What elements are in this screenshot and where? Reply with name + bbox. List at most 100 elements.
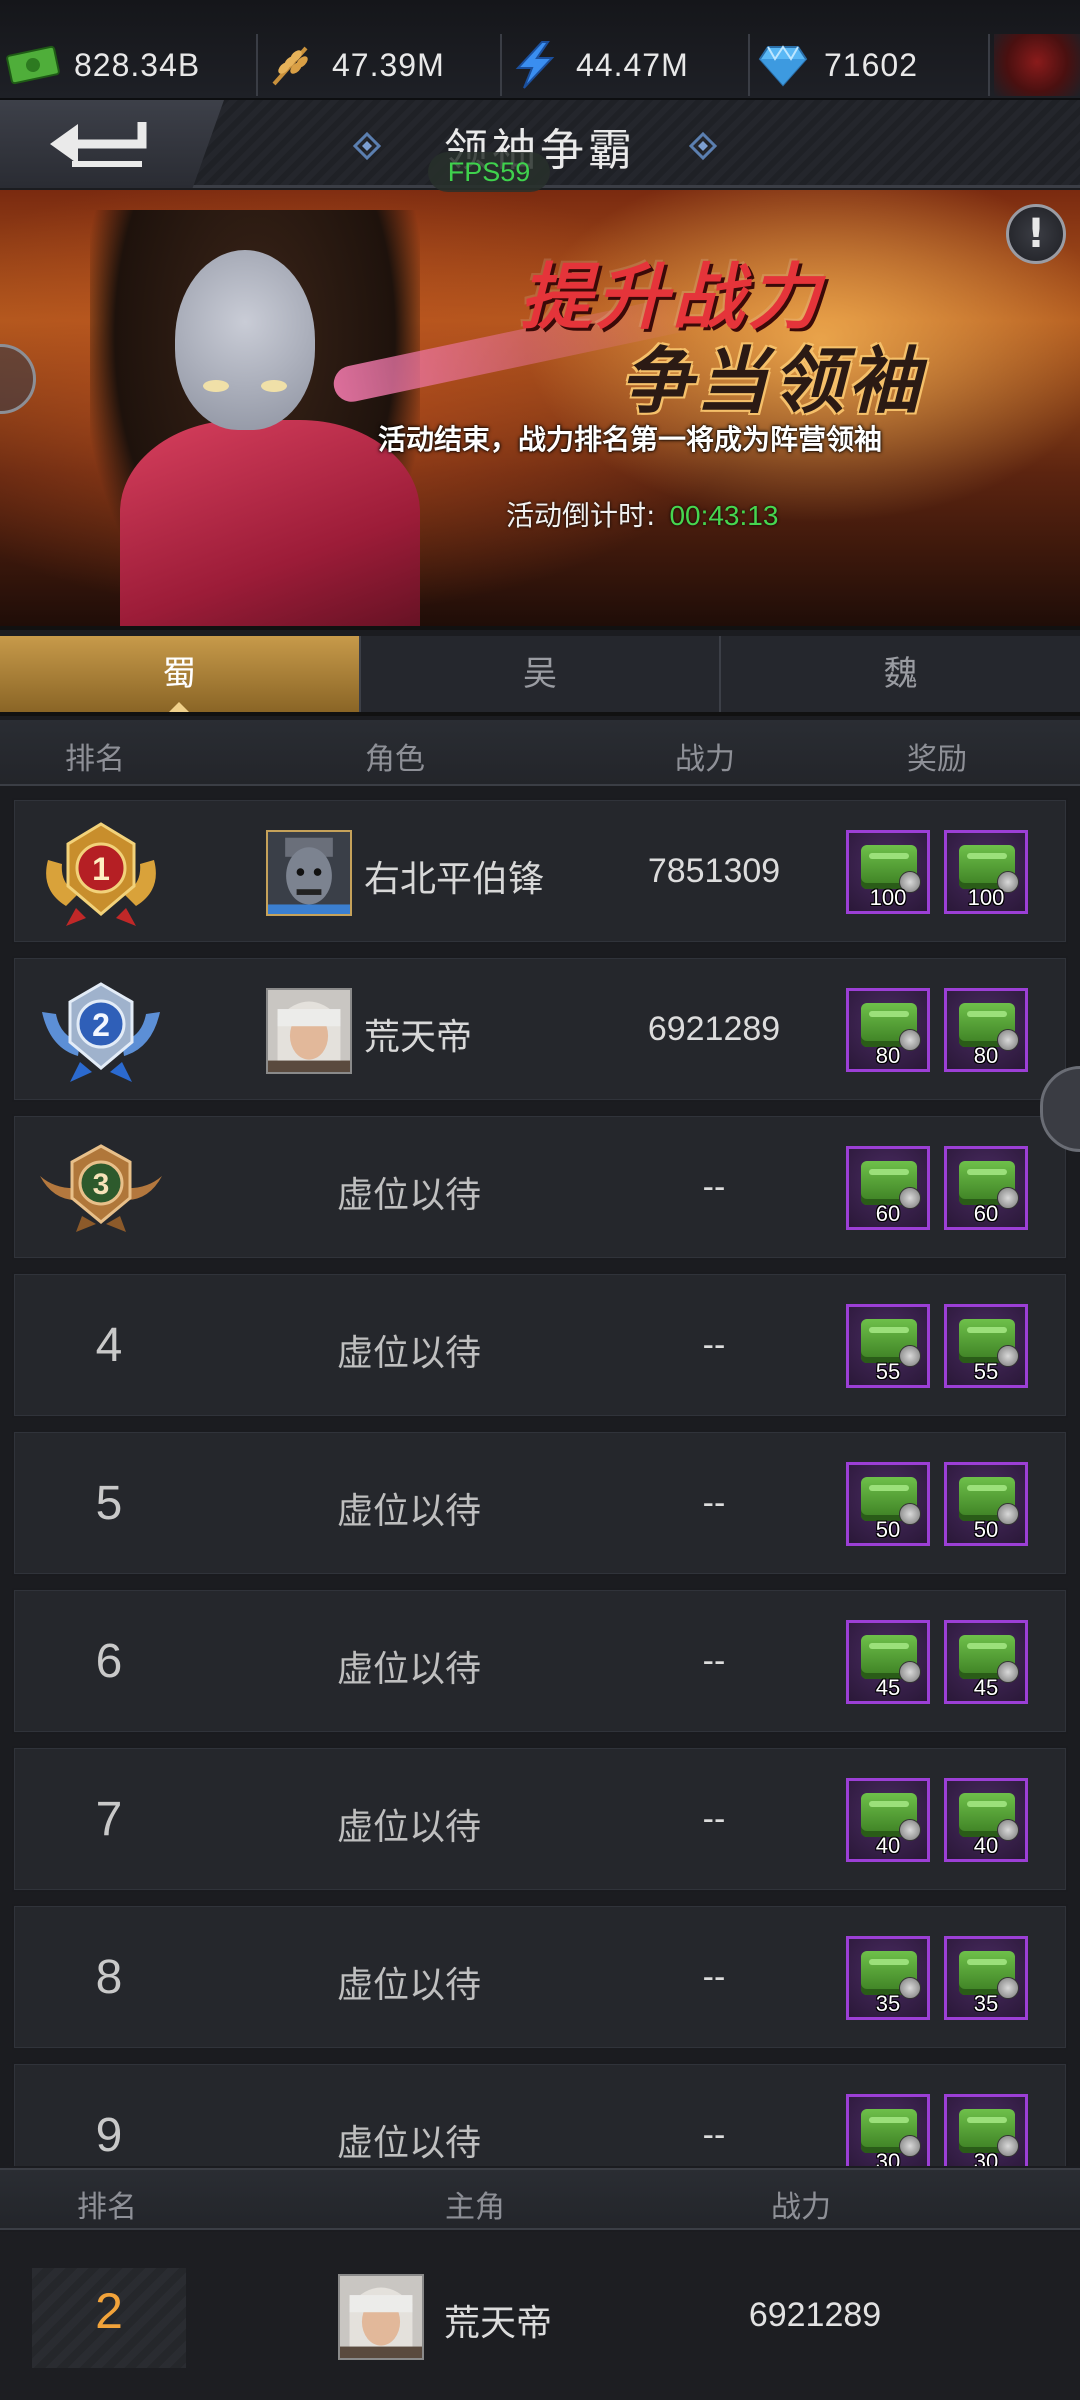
reward-qty: 35 xyxy=(875,1991,901,2016)
resource-cash[interactable]: 828.34B xyxy=(0,34,258,96)
resource-gems[interactable]: 71602 xyxy=(750,34,990,96)
player-name: 虚位以待 xyxy=(336,1175,481,1216)
reward-item[interactable]: 100 xyxy=(944,830,1028,914)
resource-value: 828.34B xyxy=(74,46,201,83)
info-button[interactable]: ! xyxy=(1006,204,1066,264)
table-row[interactable]: 1 右北平伯锋 7851309 100 100 xyxy=(12,798,1068,944)
reward-qty: 60 xyxy=(875,1201,901,1226)
exclamation-icon: ! xyxy=(1026,211,1046,257)
power-value: -- xyxy=(702,2116,726,2154)
avatar[interactable] xyxy=(338,2274,424,2360)
reward-item[interactable]: 80 xyxy=(944,988,1028,1072)
event-banner: 提升战力 争当领袖 活动结束，战力排名第一将成为阵营领袖 活动倒计时: 00:43… xyxy=(0,190,1080,630)
my-header-power: 战力 xyxy=(771,2190,831,2225)
header-power: 战力 xyxy=(675,742,735,777)
reward-item[interactable]: 30 xyxy=(846,2094,930,2166)
my-player-name: 荒天帝 xyxy=(444,2303,553,2344)
silver-medal-icon: 2 xyxy=(42,982,160,1082)
tab-wu[interactable]: 吴 xyxy=(358,636,720,712)
countdown-label: 活动倒计时: xyxy=(506,499,656,532)
reward-qty: 100 xyxy=(967,885,1005,910)
power-value: -- xyxy=(702,1800,726,1838)
rank-number: 8 xyxy=(95,1951,123,2004)
lightning-icon xyxy=(502,37,568,93)
rank-number: 4 xyxy=(95,1319,123,1372)
bronze-medal-icon: 3 xyxy=(40,1144,162,1232)
reward-item[interactable]: 50 xyxy=(846,1462,930,1546)
diamond-ornament-icon xyxy=(689,132,717,160)
reward-qty: 100 xyxy=(869,885,907,910)
table-row[interactable]: 4 虚位以待 -- 55 55 xyxy=(12,1272,1068,1418)
power-value: -- xyxy=(702,1958,726,1996)
side-menu-button[interactable] xyxy=(0,344,36,414)
reward-item[interactable]: 45 xyxy=(846,1620,930,1704)
hero-eye xyxy=(203,380,229,392)
avatar[interactable] xyxy=(266,988,352,1074)
resource-grain[interactable]: 47.39M xyxy=(258,34,502,96)
countdown-time: 00:43:13 xyxy=(669,500,779,531)
table-row[interactable]: 7 虚位以待 -- 40 40 xyxy=(12,1746,1068,1892)
table-row[interactable]: 3 虚位以待 -- 60 60 xyxy=(12,1114,1068,1260)
player-name: 荒天帝 xyxy=(364,1017,473,1058)
reward-qty: 40 xyxy=(973,1833,999,1858)
tab-shu[interactable]: 蜀 xyxy=(0,636,359,712)
rank-number: 7 xyxy=(95,1793,123,1846)
player-name: 虚位以待 xyxy=(336,1333,481,1374)
avatar[interactable] xyxy=(266,830,352,916)
table-row[interactable]: 8 虚位以待 -- 35 35 xyxy=(12,1904,1068,2050)
reward-item[interactable]: 60 xyxy=(846,1146,930,1230)
my-rank-bar: 2 荒天帝 6921289 xyxy=(0,2232,1080,2400)
my-header-hero: 主角 xyxy=(445,2190,505,2225)
resource-extra[interactable] xyxy=(994,34,1080,96)
reward-item[interactable]: 40 xyxy=(846,1778,930,1862)
power-value: -- xyxy=(702,1484,726,1522)
tab-wei[interactable]: 魏 xyxy=(719,636,1080,712)
reward-item[interactable]: 45 xyxy=(944,1620,1028,1704)
ranking-list[interactable]: 1 右北平伯锋 7851309 100 100 2 荒天帝 6921289 80… xyxy=(0,788,1080,2166)
player-name: 虚位以待 xyxy=(336,1807,481,1848)
reward-item[interactable]: 80 xyxy=(846,988,930,1072)
resource-value: 44.47M xyxy=(576,46,689,83)
diamond-icon xyxy=(750,37,816,93)
rank-number: 5 xyxy=(95,1477,123,1530)
resource-energy[interactable]: 44.47M xyxy=(502,34,750,96)
table-row[interactable]: 6 虚位以待 -- 45 45 xyxy=(12,1588,1068,1734)
table-row[interactable]: 9 虚位以待 -- 30 30 xyxy=(12,2062,1068,2166)
player-name: 右北平伯锋 xyxy=(364,859,545,900)
my-rank-number: 2 xyxy=(95,2283,123,2339)
event-notice: 活动结束，战力排名第一将成为阵营领袖 xyxy=(378,423,883,456)
power-value: -- xyxy=(702,1326,726,1364)
reward-item[interactable]: 35 xyxy=(944,1936,1028,2020)
table-row[interactable]: 5 虚位以待 -- 50 50 xyxy=(12,1430,1068,1576)
rank-number: 6 xyxy=(95,1635,123,1688)
faction-tabs: 蜀 吴 魏 xyxy=(0,636,1080,716)
hero-eye xyxy=(261,380,287,392)
medal-rank-text: 2 xyxy=(92,1007,110,1043)
resource-value: 47.39M xyxy=(332,46,445,83)
reward-qty: 80 xyxy=(875,1043,901,1068)
cash-icon xyxy=(0,37,66,93)
reward-qty: 80 xyxy=(973,1043,999,1068)
power-value: 6921289 xyxy=(647,1010,781,1048)
hero-portrait-icon xyxy=(340,2276,422,2358)
reward-item[interactable]: 50 xyxy=(944,1462,1028,1546)
reward-qty: 60 xyxy=(973,1201,999,1226)
slogan-line-2: 争当领袖 xyxy=(620,339,925,423)
reward-item[interactable]: 60 xyxy=(944,1146,1028,1230)
gold-medal-icon: 1 xyxy=(46,822,156,926)
my-power-value: 6921289 xyxy=(748,2296,882,2334)
rank-number: 9 xyxy=(95,2109,123,2162)
reward-item[interactable]: 35 xyxy=(846,1936,930,2020)
header-rank: 排名 xyxy=(65,742,125,777)
reward-item[interactable]: 55 xyxy=(846,1304,930,1388)
player-name: 虚位以待 xyxy=(336,2123,481,2164)
table-row[interactable]: 2 荒天帝 6921289 80 80 xyxy=(12,956,1068,1102)
reward-item[interactable]: 100 xyxy=(846,830,930,914)
my-header-rank: 排名 xyxy=(77,2190,137,2225)
reward-item[interactable]: 30 xyxy=(944,2094,1028,2166)
reward-item[interactable]: 55 xyxy=(944,1304,1028,1388)
header-reward: 奖励 xyxy=(907,742,967,777)
player-name: 虚位以待 xyxy=(336,1965,481,2006)
reward-item[interactable]: 40 xyxy=(944,1778,1028,1862)
reward-qty: 40 xyxy=(875,1833,901,1858)
